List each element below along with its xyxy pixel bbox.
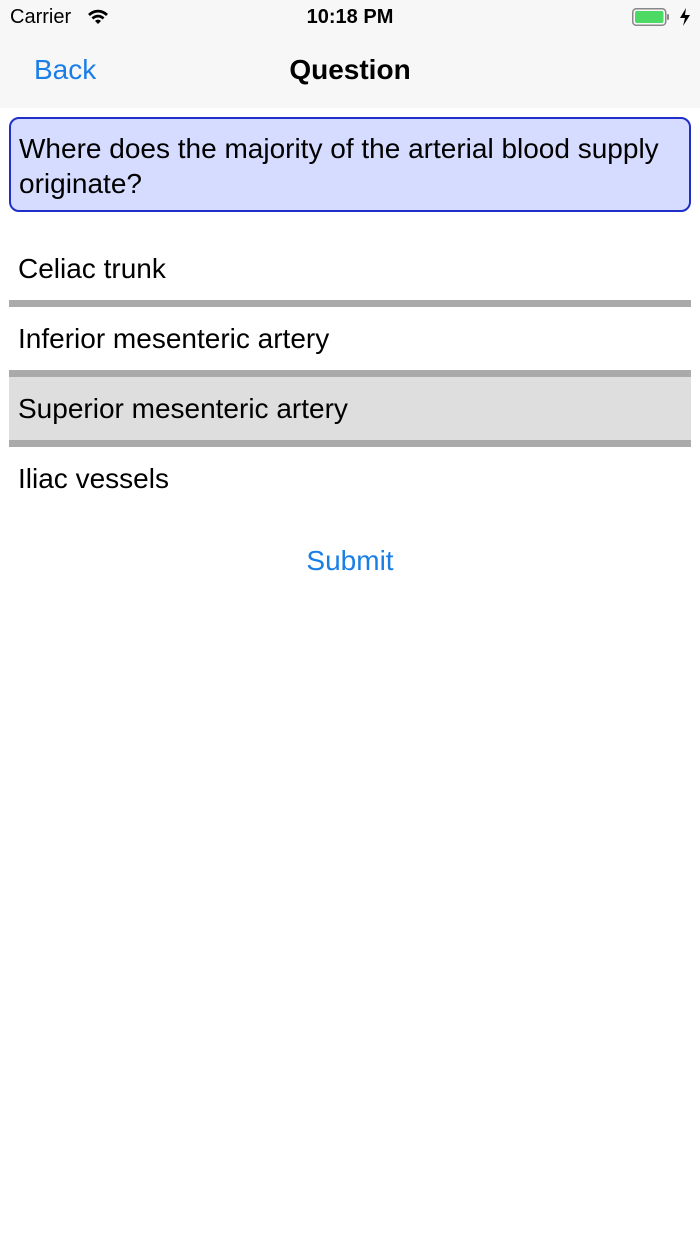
question-box: Where does the majority of the arterial … xyxy=(9,117,691,212)
answer-label: Iliac vessels xyxy=(18,463,169,494)
answer-label: Inferior mesenteric artery xyxy=(18,323,330,354)
answer-divider xyxy=(9,370,691,377)
answer-label: Celiac trunk xyxy=(18,253,166,284)
answer-option-celiac-trunk[interactable]: Celiac trunk xyxy=(9,237,691,301)
question-text: Where does the majority of the arterial … xyxy=(19,133,659,199)
status-bar: Carrier 10:18 PM xyxy=(0,0,700,34)
answer-divider xyxy=(9,300,691,307)
answer-label: Superior mesenteric artery xyxy=(18,393,348,424)
navigation-bar: Back Question xyxy=(0,34,700,108)
answer-option-inferior-mesenteric-artery[interactable]: Inferior mesenteric artery xyxy=(9,307,691,371)
status-time: 10:18 PM xyxy=(306,6,394,28)
answer-option-superior-mesenteric-artery[interactable]: Superior mesenteric artery xyxy=(9,377,691,441)
answer-divider xyxy=(9,440,691,447)
page-title: Question xyxy=(289,54,411,85)
charging-bolt-icon xyxy=(680,8,690,26)
battery-icon xyxy=(632,8,669,26)
answer-option-iliac-vessels[interactable]: Iliac vessels xyxy=(9,447,691,511)
submit-button[interactable]: Submit xyxy=(0,545,700,577)
